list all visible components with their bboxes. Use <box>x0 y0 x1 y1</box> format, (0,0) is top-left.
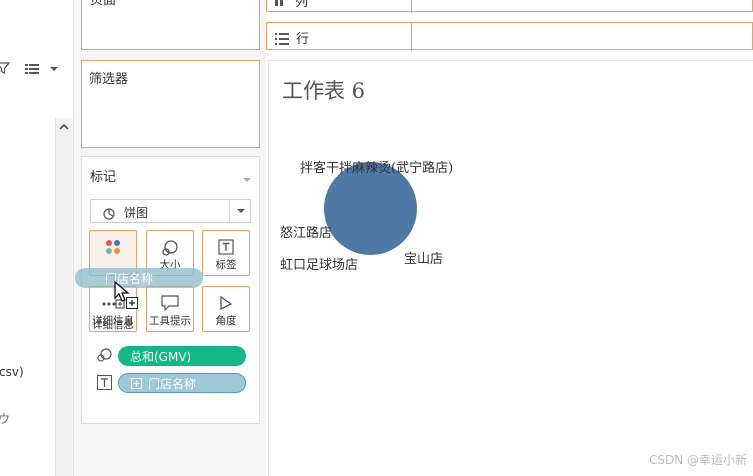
gmv-field-label: 总和(GMV) <box>130 349 192 364</box>
store-label: 虹口足球场店 <box>280 258 359 273</box>
marks-menu-icon[interactable] <box>242 169 252 188</box>
pages-title: 页面 <box>90 0 117 8</box>
expand-icon <box>131 377 142 389</box>
color-dots-icon <box>90 239 136 255</box>
columns-icon <box>275 0 289 12</box>
pie-icon <box>103 205 115 224</box>
scroll-up-icon[interactable] <box>55 118 73 136</box>
grid-icon[interactable] <box>25 61 41 74</box>
tooltip-button-label: 工具提示 <box>149 315 191 327</box>
label-T-icon <box>97 375 112 394</box>
tooltip-icon <box>147 295 193 311</box>
data-pane-item[interactable]: ウ <box>0 410 10 427</box>
mark-type-select[interactable]: 饼图 <box>90 199 251 223</box>
shelf-divider <box>411 23 412 51</box>
store-label: 宝山店 <box>404 252 444 267</box>
columns-shelf[interactable]: 列 <box>266 0 753 13</box>
label-button-label: 标签 <box>215 259 237 271</box>
store-label: 拌客干拌麻辣烫(武宁路店) <box>300 161 454 176</box>
chevron-down-icon[interactable] <box>48 60 60 72</box>
dragging-field-pill[interactable]: 门店名称 <box>75 268 203 288</box>
size-icon <box>147 239 193 257</box>
label-button[interactable]: 标签 <box>202 230 250 276</box>
add-detail-icon <box>126 294 138 313</box>
filters-title: 筛选器 <box>89 72 129 87</box>
chevron-down-icon[interactable] <box>229 200 251 222</box>
marks-title: 标记 <box>90 170 117 185</box>
angle-button[interactable]: 角度 <box>202 286 250 332</box>
scrollbar[interactable] <box>55 118 73 476</box>
sheet-title: 工作表 6 <box>282 79 366 103</box>
filters-card[interactable]: 筛选器 <box>81 60 260 148</box>
store-name-field-pill[interactable]: 门店名称 <box>118 373 246 393</box>
angle-icon <box>203 295 249 311</box>
watermark: CSDN @幸运小新 <box>648 453 747 467</box>
store-name-field-label: 门店名称 <box>148 376 197 391</box>
pages-card[interactable]: 页面 <box>81 0 260 50</box>
rows-shelf[interactable]: 行 <box>266 22 753 51</box>
shelf-divider <box>411 0 412 13</box>
rows-label: 行 <box>296 32 310 47</box>
mark-type-label: 饼图 <box>124 206 149 220</box>
size-icon <box>96 347 114 367</box>
tooltip-button[interactable]: 工具提示 <box>146 286 194 332</box>
filter-icon[interactable] <box>0 60 11 74</box>
color-button-label: 详细信息 <box>92 319 134 331</box>
datasource-label[interactable]: csv) <box>0 365 24 379</box>
rows-icon <box>275 30 289 49</box>
angle-button-label: 角度 <box>215 315 237 327</box>
store-label: 怒江路店 <box>280 226 333 241</box>
gmv-field-pill[interactable]: 总和(GMV) <box>118 346 246 366</box>
columns-label: 列 <box>295 0 309 10</box>
label-T-icon <box>203 239 249 255</box>
